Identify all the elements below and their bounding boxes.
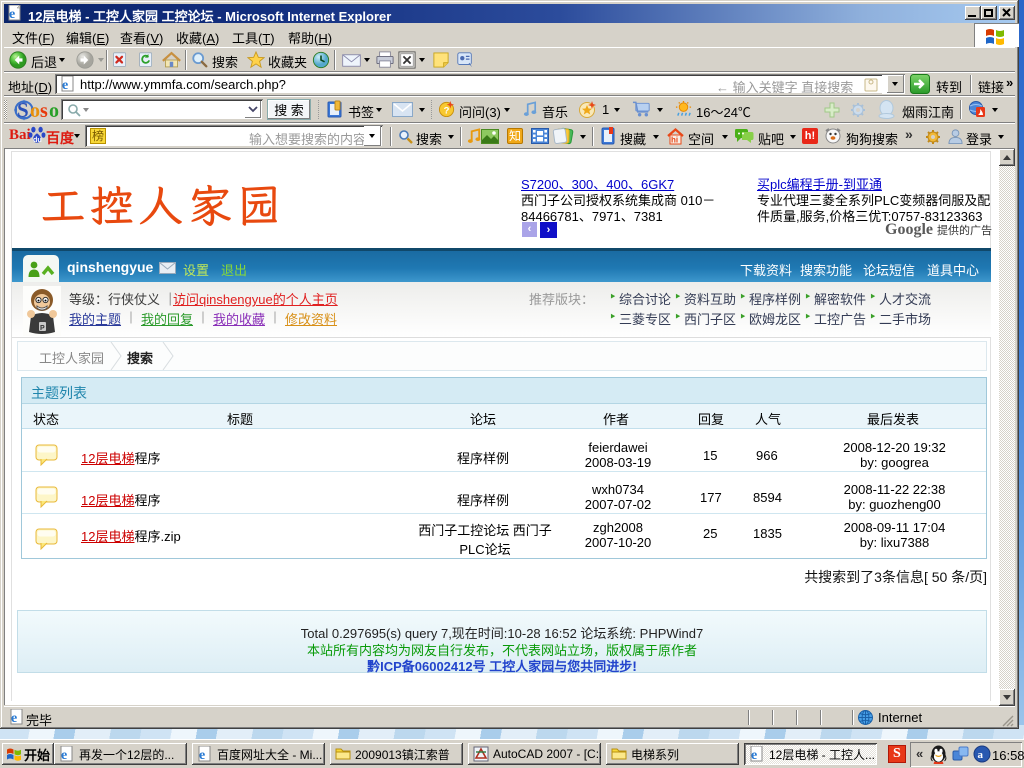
svg-text:e: e	[61, 748, 67, 762]
svg-text:o: o	[30, 100, 40, 121]
svg-text:e: e	[9, 7, 15, 21]
svg-text:e: e	[199, 748, 205, 762]
svg-text:?: ?	[444, 105, 450, 116]
svg-text:hi: hi	[671, 136, 678, 145]
svg-text:s: s	[40, 100, 48, 121]
svg-text:S: S	[17, 98, 29, 121]
svg-text:o: o	[49, 100, 59, 121]
svg-text:e: e	[751, 748, 757, 762]
svg-text:e: e	[11, 711, 17, 725]
svg-text:P: P	[40, 325, 45, 332]
svg-text:a: a	[978, 749, 984, 761]
svg-text:e: e	[62, 78, 68, 92]
svg-text:du: du	[33, 135, 42, 144]
